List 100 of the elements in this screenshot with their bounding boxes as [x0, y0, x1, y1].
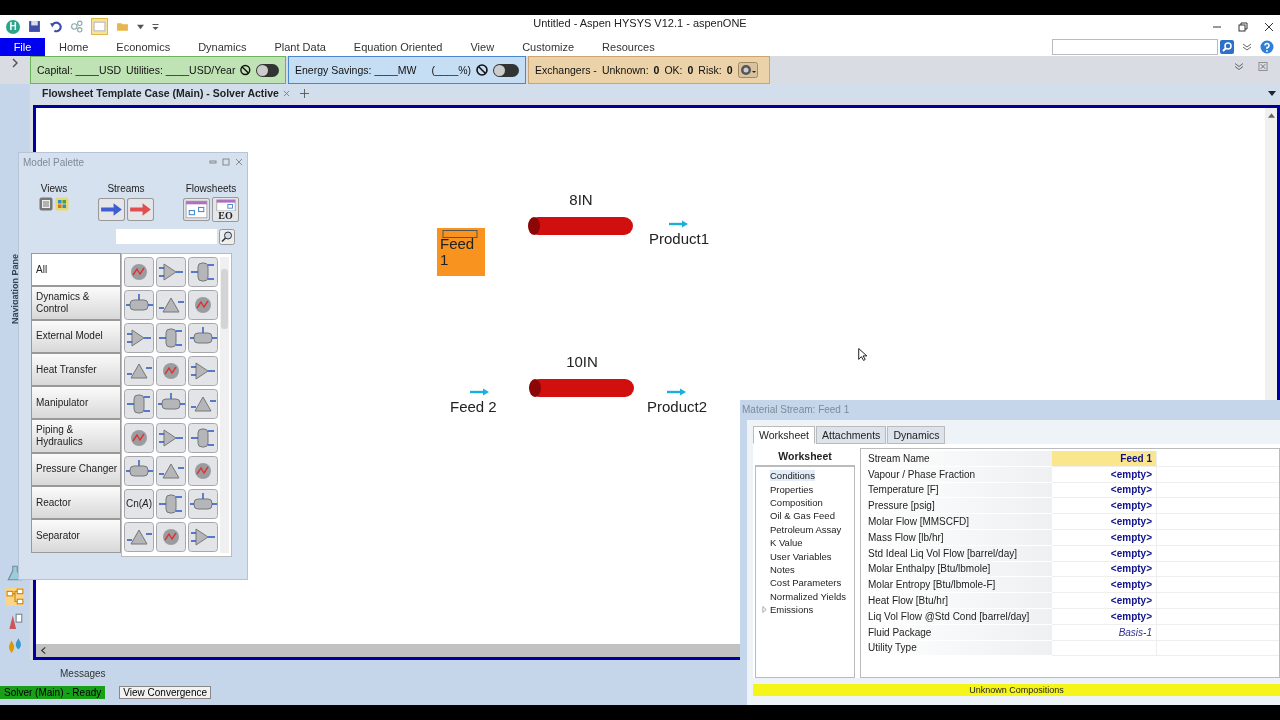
- worksheet-tab[interactable]: Worksheet: [753, 426, 815, 444]
- ribbon-tab[interactable]: Dynamics: [184, 38, 261, 56]
- undo-icon[interactable]: [49, 20, 62, 33]
- unit-operation-icon[interactable]: [188, 389, 218, 420]
- empty-cell[interactable]: [1156, 608, 1279, 625]
- toggle-switch[interactable]: [256, 63, 279, 77]
- unit-operation-icon[interactable]: [188, 356, 218, 387]
- palette-scrollbar[interactable]: [220, 257, 229, 553]
- property-value[interactable]: <empty>: [1052, 608, 1156, 625]
- category-tab[interactable]: Manipulator: [31, 386, 121, 420]
- unit-operation-icon[interactable]: [156, 290, 186, 321]
- save-icon[interactable]: [28, 20, 41, 33]
- eo-flowsheet-button[interactable]: EO: [212, 197, 239, 222]
- unit-operation-icon[interactable]: [156, 356, 186, 387]
- worksheet-tab[interactable]: Attachments: [816, 426, 887, 444]
- nav-item[interactable]: Cost Parameters: [770, 577, 842, 589]
- stream-label[interactable]: Feed 1: [437, 228, 485, 276]
- nav-item[interactable]: Normalized Yields: [770, 590, 847, 602]
- sub-flowsheet-icon[interactable]: [183, 197, 210, 222]
- search-icon[interactable]: [1220, 40, 1234, 54]
- nav-item[interactable]: K Value: [770, 537, 803, 549]
- dropdown-icon[interactable]: [1268, 90, 1276, 96]
- grid-view-icon[interactable]: [55, 197, 69, 211]
- nav-item[interactable]: Petroleum Assay: [770, 523, 842, 535]
- property-value[interactable]: <empty>: [1052, 482, 1156, 499]
- ribbon-tab[interactable]: Home: [45, 38, 103, 56]
- stream-label[interactable]: Product1: [649, 220, 717, 247]
- property-value[interactable]: <empty>: [1052, 514, 1156, 530]
- palette-search-field[interactable]: [116, 229, 217, 244]
- navigation-pane-label[interactable]: Navigation Pane: [10, 254, 20, 325]
- unit-operation-icon[interactable]: [156, 521, 186, 552]
- unit-operation-icon[interactable]: [124, 389, 154, 420]
- category-tab[interactable]: Reactor: [31, 486, 121, 520]
- empty-cell[interactable]: [1156, 561, 1279, 578]
- unit-operation-icon[interactable]: [124, 422, 154, 453]
- category-tab[interactable]: Pressure Changer: [31, 452, 121, 487]
- empty-cell[interactable]: [1156, 545, 1279, 562]
- chevron-icon[interactable]: [1234, 62, 1244, 71]
- close-icon[interactable]: [1264, 21, 1274, 32]
- unit-operation-icon[interactable]: [156, 257, 186, 287]
- empty-cell[interactable]: [1156, 466, 1279, 483]
- tower-icon[interactable]: [6, 612, 24, 630]
- property-value[interactable]: Feed 1: [1052, 451, 1156, 467]
- nav-item[interactable]: Conditions: [770, 470, 815, 482]
- expand-icon[interactable]: [12, 58, 18, 68]
- category-tab[interactable]: Piping & Hydraulics: [31, 419, 121, 453]
- network-icon[interactable]: [70, 20, 83, 33]
- caret-icon[interactable]: [137, 23, 144, 30]
- ribbon-tab[interactable]: Plant Data: [260, 38, 340, 56]
- property-value[interactable]: <empty>: [1052, 466, 1156, 483]
- unit-operation-icon[interactable]: [156, 422, 186, 453]
- energy-stream-icon[interactable]: [127, 197, 154, 222]
- view-convergence-button[interactable]: View Convergence: [119, 686, 212, 699]
- material-stream-icon[interactable]: [98, 197, 125, 222]
- property-value[interactable]: <empty>: [1052, 498, 1156, 515]
- category-tab[interactable]: All: [31, 253, 121, 287]
- restore-icon[interactable]: [1238, 21, 1248, 32]
- property-value[interactable]: <empty>: [1052, 530, 1156, 546]
- ribbon-tab[interactable]: Customize: [508, 38, 589, 56]
- stream-label[interactable]: Feed 2: [450, 388, 518, 415]
- unit-operation-icon[interactable]: [156, 455, 186, 486]
- property-value[interactable]: <empty>: [1052, 561, 1156, 578]
- unit-operation-icon[interactable]: [124, 356, 154, 387]
- empty-cell[interactable]: [1156, 482, 1279, 499]
- scroll-up-icon[interactable]: [1267, 112, 1275, 119]
- unit-operation-icon[interactable]: [124, 257, 154, 287]
- unit-operation-icon[interactable]: [188, 521, 218, 552]
- toggle-switch[interactable]: [493, 63, 519, 77]
- unit-operation-icon[interactable]: [188, 488, 218, 519]
- ribbon-tab[interactable]: View: [456, 38, 509, 56]
- property-value[interactable]: <empty>: [1052, 545, 1156, 562]
- unit-operation-icon[interactable]: [188, 422, 218, 453]
- unit-operation-icon[interactable]: [124, 455, 154, 486]
- property-value[interactable]: Basis-1: [1052, 624, 1156, 641]
- property-value[interactable]: <empty>: [1052, 577, 1156, 594]
- ribbon-tab[interactable]: Equation Oriented: [339, 38, 457, 56]
- nav-item[interactable]: Emissions: [770, 604, 814, 616]
- unit-operation-icon[interactable]: [188, 323, 218, 354]
- unit-operation-icon[interactable]: [156, 323, 186, 354]
- unit-operation-icon[interactable]: [188, 455, 218, 486]
- help-icon[interactable]: [1260, 40, 1274, 54]
- nav-item[interactable]: Composition: [770, 496, 823, 508]
- empty-cell[interactable]: [1156, 530, 1279, 546]
- ribbon-tab[interactable]: Economics: [102, 38, 185, 56]
- customize-icon[interactable]: [152, 23, 159, 30]
- nav-item[interactable]: Properties: [770, 483, 814, 495]
- scroll-left-icon[interactable]: [40, 647, 47, 654]
- empty-cell[interactable]: [1156, 498, 1279, 515]
- category-tab[interactable]: Heat Transfer: [31, 352, 121, 387]
- unit-operation-icon[interactable]: [188, 290, 218, 321]
- list-view-icon[interactable]: [39, 197, 53, 211]
- unit-operation-icon[interactable]: [124, 323, 154, 354]
- add-tab-icon[interactable]: [299, 88, 309, 98]
- worksheet-tab[interactable]: Dynamics: [887, 426, 946, 444]
- category-tab[interactable]: Separator: [31, 519, 121, 553]
- empty-cell[interactable]: [1156, 514, 1279, 530]
- unit-operation-icon[interactable]: [124, 290, 154, 321]
- category-tab[interactable]: Dynamics & Control: [31, 286, 121, 320]
- empty-cell[interactable]: [1156, 577, 1279, 594]
- unit-operation-icon[interactable]: [156, 389, 186, 420]
